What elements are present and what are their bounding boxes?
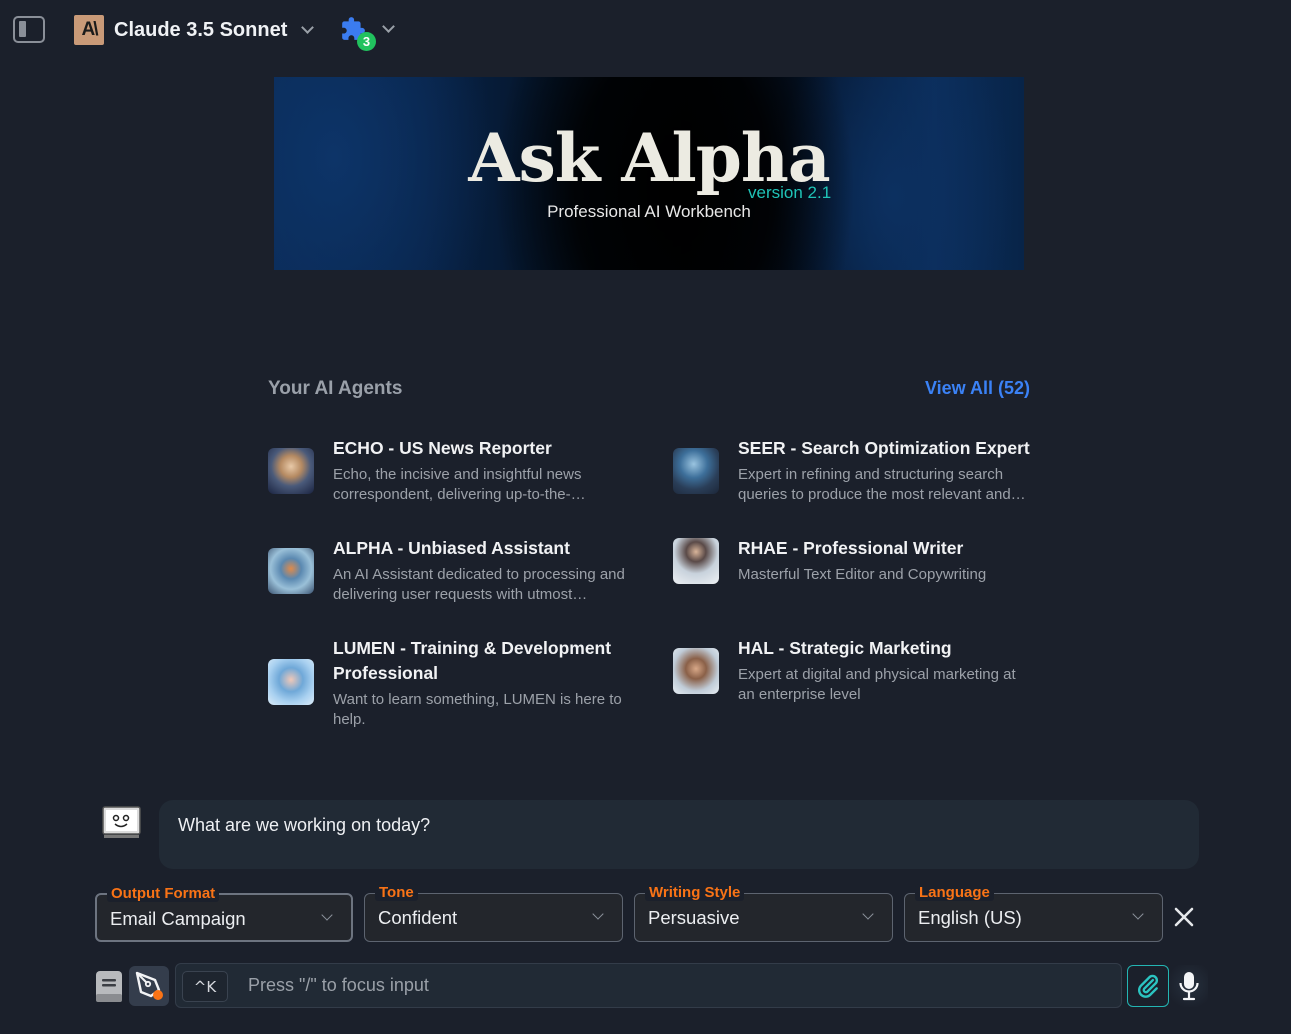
- prompt-editor-button[interactable]: [129, 966, 169, 1006]
- clear-options-button[interactable]: [1173, 906, 1195, 928]
- hero-banner: Ask Alpha version 2.1 Professional AI Wo…: [274, 77, 1024, 270]
- agents-section-title: Your AI Agents: [268, 378, 403, 399]
- agent-description: Expert at digital and physical marketing…: [738, 666, 1016, 703]
- microphone-icon: [1179, 972, 1199, 1001]
- pen-nib-icon: [135, 971, 161, 998]
- bot-avatar-icon: [102, 806, 141, 838]
- agent-avatar: [673, 538, 719, 584]
- chevron-down-icon: [301, 20, 315, 34]
- agent-avatar: [673, 648, 719, 694]
- status-dot: [153, 990, 163, 1000]
- writing-style-select[interactable]: Writing Style Persuasive: [634, 884, 893, 942]
- agent-avatar: [268, 548, 314, 594]
- chevron-down-icon: [592, 908, 604, 920]
- attach-file-button[interactable]: [1127, 965, 1169, 1007]
- agent-card-echo[interactable]: ECHO - US News Reporter Echo, the incisi…: [268, 436, 628, 506]
- tone-value: Confident: [378, 907, 458, 928]
- prompt-input[interactable]: [248, 964, 1108, 1007]
- language-select[interactable]: Language English (US): [904, 884, 1163, 942]
- chevron-down-icon: [1132, 908, 1144, 920]
- voice-input-button[interactable]: [1170, 965, 1208, 1007]
- model-name: Claude 3.5 Sonnet: [114, 18, 288, 41]
- banner-title: Ask Alpha: [468, 119, 830, 197]
- greeting-text: What are we working on today?: [178, 815, 431, 835]
- prompt-library-button[interactable]: [95, 970, 123, 1003]
- writing-style-label: Writing Style: [645, 884, 745, 901]
- agents-header: Your AI Agents View All (52): [268, 378, 1030, 402]
- paperclip-icon: [1138, 974, 1159, 998]
- prompt-input-container: ^K: [175, 963, 1122, 1008]
- agent-card-seer[interactable]: SEER - Search Optimization Expert Expert…: [673, 436, 1033, 506]
- language-label: Language: [915, 884, 994, 901]
- tone-select[interactable]: Tone Confident: [364, 884, 623, 942]
- agent-description: Masterful Text Editor and Copywriting: [738, 566, 987, 583]
- plugins-button[interactable]: 3: [340, 14, 400, 52]
- agent-name: ALPHA - Unbiased Assistant: [333, 538, 570, 558]
- keyboard-shortcut-hint[interactable]: ^K: [182, 971, 228, 1002]
- agent-card-rhae[interactable]: RHAE - Professional Writer Masterful Tex…: [673, 536, 1033, 586]
- agent-description: An AI Assistant dedicated to processing …: [333, 566, 625, 603]
- agent-name: RHAE - Professional Writer: [738, 538, 964, 558]
- chevron-down-icon: [321, 909, 333, 921]
- output-format-select[interactable]: Output Format Email Campaign: [95, 885, 353, 942]
- tone-label: Tone: [375, 884, 418, 901]
- agent-name: SEER - Search Optimization Expert: [738, 438, 1030, 458]
- agent-card-hal[interactable]: HAL - Strategic Marketing Expert at digi…: [673, 636, 1033, 706]
- agent-name: HAL - Strategic Marketing: [738, 638, 952, 658]
- anthropic-logo-icon: A\: [74, 15, 104, 45]
- agent-avatar: [268, 448, 314, 494]
- agent-name: LUMEN - Training & Development Professio…: [333, 638, 612, 683]
- sidebar-toggle-icon: [19, 21, 26, 37]
- sidebar-toggle-button[interactable]: [13, 16, 45, 43]
- chevron-down-icon: [382, 20, 395, 33]
- agent-description: Echo, the incisive and insightful news c…: [333, 466, 586, 503]
- agent-card-alpha[interactable]: ALPHA - Unbiased Assistant An AI Assista…: [268, 536, 628, 606]
- writing-style-value: Persuasive: [648, 907, 740, 928]
- chevron-down-icon: [862, 908, 874, 920]
- language-value: English (US): [918, 907, 1022, 928]
- model-selector[interactable]: A\ Claude 3.5 Sonnet: [74, 15, 315, 45]
- agent-name: ECHO - US News Reporter: [333, 438, 552, 458]
- assistant-message: What are we working on today?: [159, 800, 1199, 869]
- agent-card-lumen[interactable]: LUMEN - Training & Development Professio…: [268, 636, 628, 732]
- agent-avatar: [268, 659, 314, 705]
- agent-avatar: [673, 448, 719, 494]
- agent-description: Want to learn something, LUMEN is here t…: [333, 691, 622, 728]
- banner-subtitle: Professional AI Workbench: [547, 202, 751, 221]
- output-format-value: Email Campaign: [110, 908, 246, 929]
- top-bar: A\ Claude 3.5 Sonnet 3: [0, 0, 1291, 60]
- view-all-agents-link[interactable]: View All (52): [925, 378, 1030, 399]
- output-format-label: Output Format: [107, 885, 220, 902]
- agent-description: Expert in refining and structuring searc…: [738, 466, 1026, 503]
- plugins-count-badge: 3: [357, 32, 376, 51]
- banner-version: version 2.1: [748, 183, 832, 202]
